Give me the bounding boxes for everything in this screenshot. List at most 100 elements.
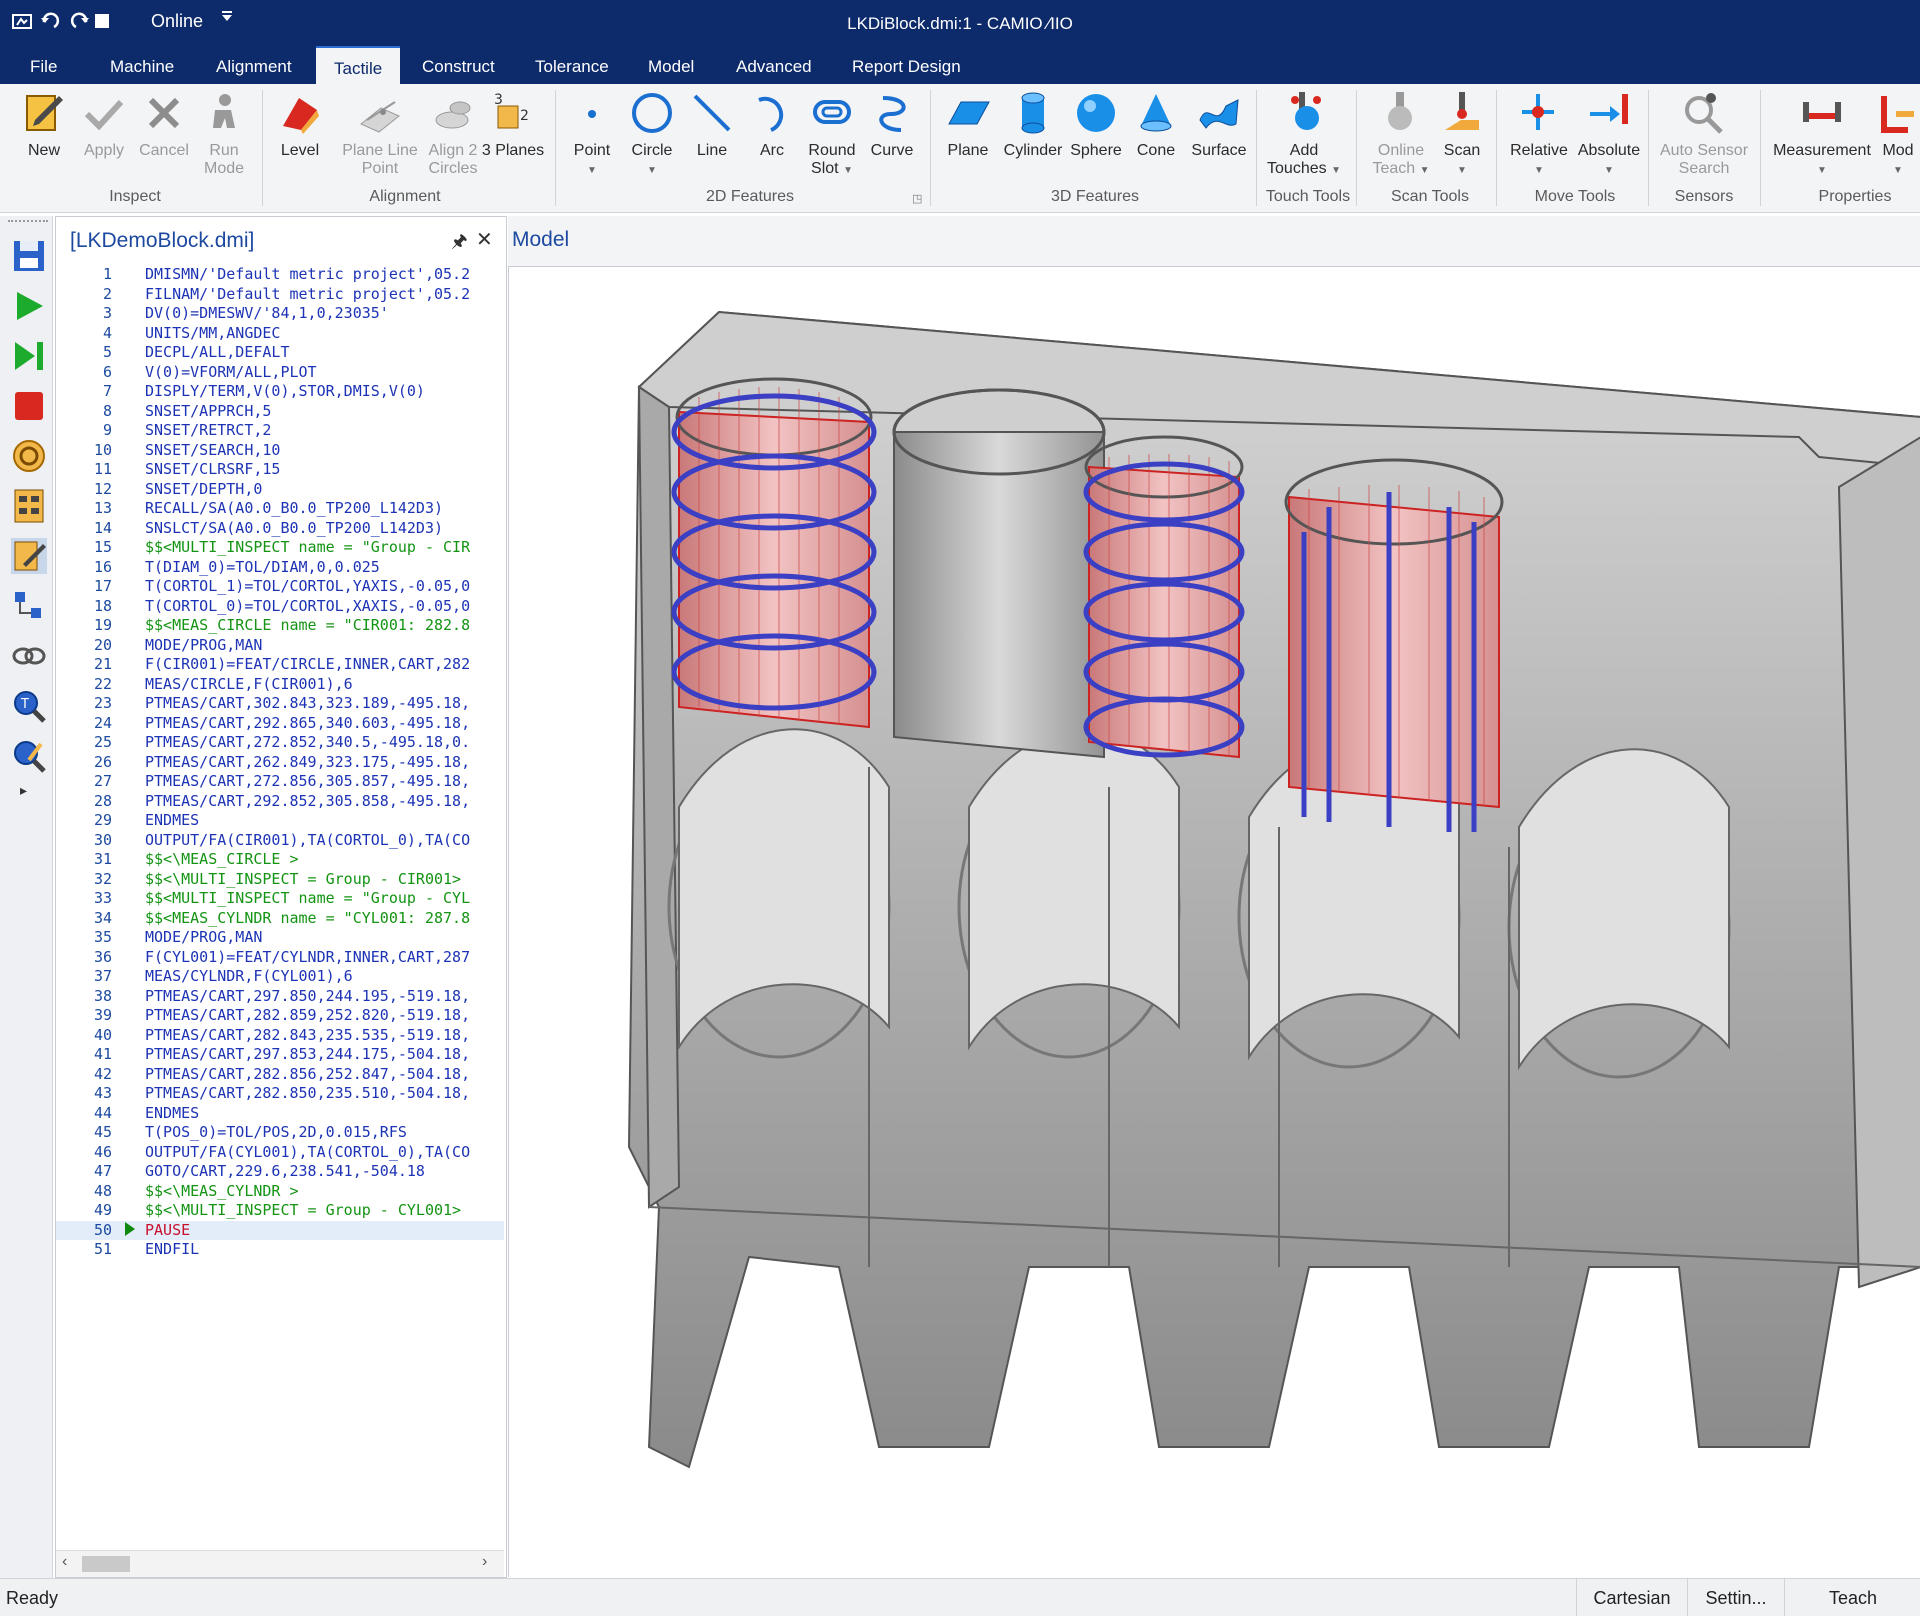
plane-line-point-button[interactable]: Plane Line Point [338, 88, 422, 178]
code-line[interactable]: 34 $$<MEAS_CYLNDR name = "CYL001: 287.8 [56, 909, 504, 929]
edit-program-icon[interactable] [11, 538, 47, 574]
code-line[interactable]: 13 RECALL/SA(A0.0_B0.0_TP200_L142D3) [56, 499, 504, 519]
code-line[interactable]: 1 DMISMN/'Default metric project',05.2 [56, 265, 504, 285]
cancel-button[interactable]: Cancel [134, 88, 194, 160]
cone-button[interactable]: Cone [1126, 88, 1186, 160]
inspect-search-icon[interactable] [11, 738, 47, 774]
code-line[interactable]: 12 SNSET/DEPTH,0 [56, 480, 504, 500]
code-line[interactable]: 39 PTMEAS/CART,282.859,252.820,-519.18, [56, 1006, 504, 1026]
mode-properties-button[interactable]: Mod ▼ [1876, 88, 1920, 180]
stop-program-icon[interactable] [11, 388, 47, 424]
code-line[interactable]: 18 T(CORTOL_0)=TOL/CORTOL,XAXIS,-0.05,0 [56, 597, 504, 617]
dialog-launcher-icon[interactable]: ◳ [912, 192, 922, 205]
horizontal-scrollbar[interactable]: ‹ › [56, 1550, 504, 1577]
cylinder-button[interactable]: Cylinder [1000, 88, 1066, 160]
play-icon[interactable] [11, 288, 47, 324]
code-line[interactable]: 49 $$<\MULTI_INSPECT = Group - CYL001> [56, 1201, 504, 1221]
code-line[interactable]: 50 PAUSE [56, 1220, 504, 1240]
surface-button[interactable]: Surface [1186, 88, 1252, 160]
code-line[interactable]: 28 PTMEAS/CART,292.852,305.858,-495.18, [56, 792, 504, 812]
code-line[interactable]: 15 $$<MULTI_INSPECT name = "Group - CIR [56, 538, 504, 558]
menu-file[interactable]: File [12, 46, 75, 84]
code-line[interactable]: 9 SNSET/RETRCT,2 [56, 421, 504, 441]
code-line[interactable]: 41 PTMEAS/CART,297.853,244.175,-504.18, [56, 1045, 504, 1065]
program-tab-title[interactable]: [LKDemoBlock.dmi] [70, 229, 254, 253]
code-line[interactable]: 43 PTMEAS/CART,282.850,235.510,-504.18, [56, 1084, 504, 1104]
engine-block-3d-model[interactable] [509, 267, 1920, 1577]
code-line[interactable]: 27 PTMEAS/CART,272.856,305.857,-495.18, [56, 772, 504, 792]
absolute-button[interactable]: Absolute ▼ [1574, 88, 1644, 180]
menu-advanced[interactable]: Advanced [718, 46, 830, 84]
plane-button[interactable]: Plane [938, 88, 998, 160]
code-line[interactable]: 26 PTMEAS/CART,262.849,323.175,-495.18, [56, 753, 504, 773]
code-line[interactable]: 16 T(DIAM_0)=TOL/DIAM,0,0.025 [56, 558, 504, 578]
code-line[interactable]: 6 V(0)=VFORM/ALL,PLOT [56, 363, 504, 383]
link-icon[interactable] [11, 638, 47, 674]
teach-mode-button[interactable]: Teach [1784, 1579, 1920, 1616]
code-line[interactable]: 5 DECPL/ALL,DEFALT [56, 343, 504, 363]
settings-button[interactable]: Settin... [1687, 1579, 1784, 1616]
code-line[interactable]: 51 ENDFIL [56, 1240, 504, 1260]
tolerance-search-icon[interactable]: T [11, 688, 47, 724]
code-line[interactable]: 14 SNSLCT/SA(A0.0_B0.0_TP200_L142D3) [56, 519, 504, 539]
code-line[interactable]: 40 PTMEAS/CART,282.843,235.535,-519.18, [56, 1026, 504, 1046]
code-line[interactable]: 46 OUTPUT/FA(CYL001),TA(CORTOL_0),TA(CO [56, 1143, 504, 1163]
reset-icon[interactable] [11, 438, 47, 474]
code-line[interactable]: 48 $$<\MEAS_CYLNDR > [56, 1182, 504, 1202]
code-line[interactable]: 8 SNSET/APPRCH,5 [56, 402, 504, 422]
circle-button[interactable]: Circle ▼ [622, 88, 682, 180]
code-line[interactable]: 32 $$<\MULTI_INSPECT = Group - CIR001> [56, 870, 504, 890]
code-line[interactable]: 35 MODE/PROG,MAN [56, 928, 504, 948]
coordinate-system-button[interactable]: Cartesian [1576, 1579, 1687, 1616]
online-teach-button[interactable]: Online Teach ▼ [1368, 88, 1434, 180]
model-tab-title[interactable]: Model [512, 228, 569, 252]
code-line[interactable]: 2 FILNAM/'Default metric project',05.2 [56, 285, 504, 305]
pin-icon[interactable]: 🖈 [451, 229, 468, 259]
code-line[interactable]: 10 SNSET/SEARCH,10 [56, 441, 504, 461]
scan-button[interactable]: Scan ▼ [1432, 88, 1492, 180]
toolbar-more-icon[interactable]: ▸ [20, 782, 27, 799]
code-line[interactable]: 38 PTMEAS/CART,297.850,244.195,-519.18, [56, 987, 504, 1007]
code-editor[interactable]: 1 DMISMN/'Default metric project',05.2 2 FI… [56, 265, 504, 1260]
scrollbar-thumb[interactable] [82, 1556, 130, 1572]
menu-tolerance[interactable]: Tolerance [517, 46, 627, 84]
variables-icon[interactable] [11, 488, 47, 524]
code-line[interactable]: 24 PTMEAS/CART,292.865,340.603,-495.18, [56, 714, 504, 734]
run-mode-button[interactable]: Run Mode [194, 88, 254, 178]
code-line[interactable]: 42 PTMEAS/CART,282.856,252.847,-504.18, [56, 1065, 504, 1085]
close-icon[interactable]: ✕ [476, 227, 493, 252]
menu-model[interactable]: Model [630, 46, 712, 84]
code-line[interactable]: 29 ENDMES [56, 811, 504, 831]
code-line[interactable]: 4 UNITS/MM,ANGDEC [56, 324, 504, 344]
auto-sensor-search-button[interactable]: Auto Sensor Search [1656, 88, 1752, 178]
menu-construct[interactable]: Construct [404, 46, 513, 84]
code-line[interactable]: 7 DISPLY/TERM,V(0),STOR,DMIS,V(0) [56, 382, 504, 402]
code-line[interactable]: 37 MEAS/CYLNDR,F(CYL001),6 [56, 967, 504, 987]
code-line[interactable]: 44 ENDMES [56, 1104, 504, 1124]
code-line[interactable]: 30 OUTPUT/FA(CIR001),TA(CORTOL_0),TA(CO [56, 831, 504, 851]
measurement-button[interactable]: Measurement ▼ [1766, 88, 1878, 180]
scroll-left-icon[interactable]: ‹ [62, 1553, 67, 1571]
new-button[interactable]: New [14, 88, 74, 160]
step-forward-icon[interactable] [11, 338, 47, 374]
code-line[interactable]: 25 PTMEAS/CART,272.852,340.5,-495.18,0. [56, 733, 504, 753]
model-viewport[interactable] [508, 266, 1920, 1577]
relative-button[interactable]: Relative ▼ [1504, 88, 1574, 180]
menu-alignment[interactable]: Alignment [198, 46, 310, 84]
save-icon[interactable] [11, 238, 47, 274]
code-line[interactable]: 33 $$<MULTI_INSPECT name = "Group - CYL [56, 889, 504, 909]
code-line[interactable]: 23 PTMEAS/CART,302.843,323.189,-495.18, [56, 694, 504, 714]
menu-report-design[interactable]: Report Design [834, 46, 979, 84]
code-line[interactable]: 36 F(CYL001)=FEAT/CYLNDR,INNER,CART,287 [56, 948, 504, 968]
sphere-button[interactable]: Sphere [1066, 88, 1126, 160]
hierarchy-icon[interactable] [11, 588, 47, 624]
point-button[interactable]: Point ▼ [562, 88, 622, 180]
code-line[interactable]: 31 $$<\MEAS_CIRCLE > [56, 850, 504, 870]
apply-button[interactable]: Apply [74, 88, 134, 160]
toolbar-grip[interactable] [8, 220, 48, 226]
code-line[interactable]: 19 $$<MEAS_CIRCLE name = "CIR001: 282.8 [56, 616, 504, 636]
code-line[interactable]: 45 T(POS_0)=TOL/POS,2D,0.015,RFS [56, 1123, 504, 1143]
level-button[interactable]: Level [270, 88, 330, 160]
code-line[interactable]: 22 MEAS/CIRCLE,F(CIR001),6 [56, 675, 504, 695]
round-slot-button[interactable]: Round Slot ▼ [802, 88, 862, 180]
